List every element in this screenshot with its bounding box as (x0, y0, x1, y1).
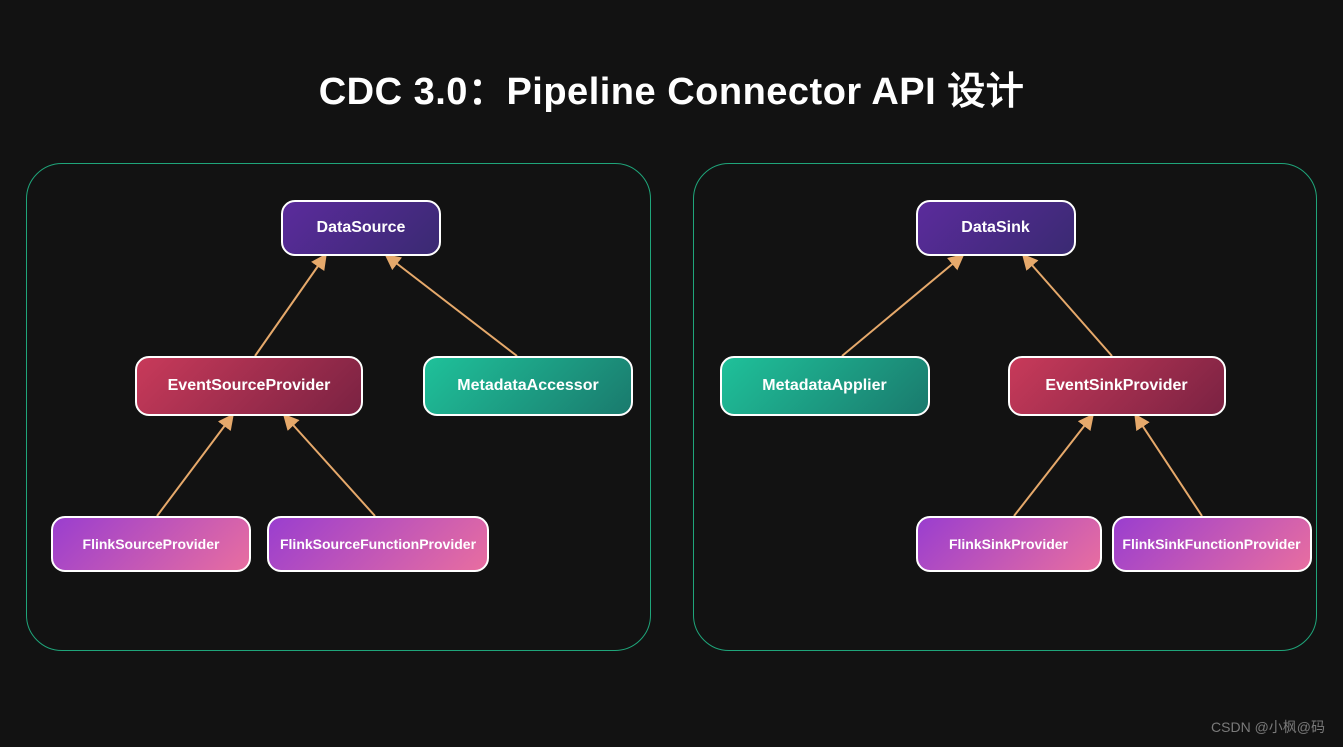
node-event-source-provider: EventSourceProvider (135, 356, 363, 416)
diagram-container: DataSource EventSourceProvider MetadataA… (0, 163, 1343, 651)
node-label: FlinkSourceProvider (83, 536, 220, 552)
page-title: CDC 3.0：Pipeline Connector API 设计 (0, 0, 1343, 115)
node-datasink: DataSink (916, 200, 1076, 256)
node-label: MetadataApplier (762, 377, 886, 395)
node-label: MetadataAccessor (457, 377, 598, 395)
node-label: FlinkSourceFunctionProvider (280, 536, 476, 552)
node-flink-sink-function-provider: FlinkSinkFunctionProvider (1112, 516, 1312, 572)
node-flink-source-provider: FlinkSourceProvider (51, 516, 251, 572)
node-label: EventSourceProvider (168, 377, 331, 395)
node-label: EventSinkProvider (1045, 377, 1187, 395)
node-event-sink-provider: EventSinkProvider (1008, 356, 1226, 416)
datasource-panel: DataSource EventSourceProvider MetadataA… (26, 163, 651, 651)
node-label: FlinkSinkFunctionProvider (1122, 536, 1300, 552)
datasink-panel: DataSink MetadataApplier EventSinkProvid… (693, 163, 1318, 651)
watermark: CSDN @小枫@码 (1211, 717, 1325, 737)
node-label: FlinkSinkProvider (949, 536, 1068, 552)
node-metadata-accessor: MetadataAccessor (423, 356, 633, 416)
node-metadata-applier: MetadataApplier (720, 356, 930, 416)
node-label: DataSink (961, 219, 1029, 237)
node-flink-sink-provider: FlinkSinkProvider (916, 516, 1102, 572)
node-datasource: DataSource (281, 200, 441, 256)
node-flink-source-function-provider: FlinkSourceFunctionProvider (267, 516, 489, 572)
node-label: DataSource (317, 219, 406, 237)
